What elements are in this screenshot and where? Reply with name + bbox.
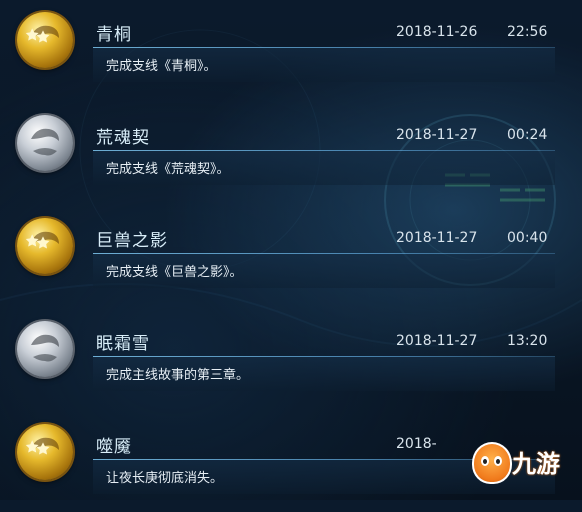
achievement-title: 青桐 [96, 25, 132, 45]
watermark-text: 九游 [512, 450, 560, 478]
achievement-description: 完成支线《青桐》。 [106, 59, 217, 74]
achievement-title: 巨兽之影 [96, 231, 168, 251]
achievement-date: 2018- [396, 436, 437, 452]
achievement-date: 2018-11-27 [396, 333, 478, 349]
achievement-entry[interactable]: 巨兽之影 2018-11-27 00:40 完成支线《巨兽之影》。 [0, 206, 582, 306]
divider [93, 356, 555, 357]
gold-medal-icon [17, 424, 73, 480]
achievement-date: 2018-11-26 [396, 24, 478, 40]
silver-medal-icon [17, 115, 73, 171]
achievement-description: 完成支线《巨兽之影》。 [106, 265, 243, 280]
achievement-description: 完成支线《荒魂契》。 [106, 162, 230, 177]
jiuyou-mascot-icon [472, 442, 512, 484]
gold-medal-icon [17, 12, 73, 68]
achievement-description: 完成主线故事的第三章。 [106, 368, 250, 383]
divider [93, 47, 555, 48]
jiuyou-watermark: 九游 [472, 440, 582, 500]
achievement-title: 荒魂契 [96, 128, 150, 148]
achievement-time: 13:20 [507, 333, 548, 349]
divider [93, 253, 555, 254]
achievement-entry[interactable]: 荒魂契 2018-11-27 00:24 完成支线《荒魂契》。 [0, 103, 582, 203]
achievement-description: 让夜长庚彻底消失。 [106, 471, 224, 486]
achievement-title: 眠霜雪 [96, 334, 150, 354]
achievement-date: 2018-11-27 [396, 127, 478, 143]
achievement-time: 22:56 [507, 24, 548, 40]
divider [93, 150, 555, 151]
silver-medal-icon [17, 321, 73, 377]
achievement-time: 00:24 [507, 127, 548, 143]
achievement-title: 噬魇 [96, 437, 132, 457]
achievement-entry[interactable]: 眠霜雪 2018-11-27 13:20 完成主线故事的第三章。 [0, 309, 582, 409]
achievement-time: 00:40 [507, 230, 548, 246]
gold-medal-icon [17, 218, 73, 274]
achievement-date: 2018-11-27 [396, 230, 478, 246]
achievement-entry[interactable]: 青桐 2018-11-26 22:56 完成支线《青桐》。 [0, 0, 582, 100]
